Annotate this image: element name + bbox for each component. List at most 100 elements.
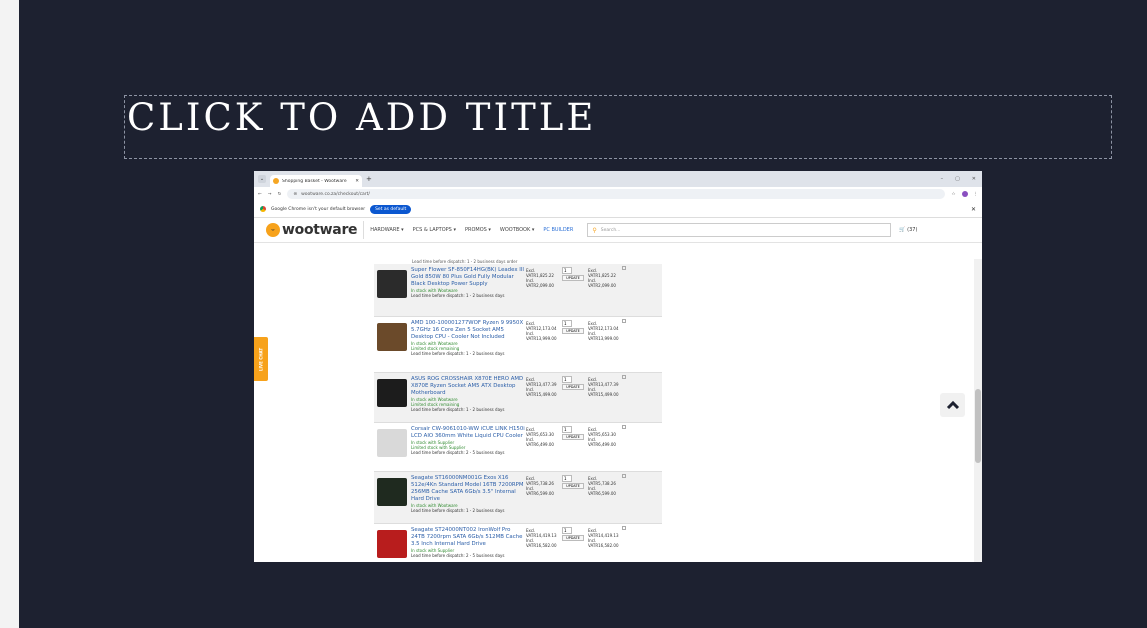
tab-search-icon[interactable]: ⌄	[258, 175, 266, 183]
update-button[interactable]: UPDATE	[562, 434, 584, 440]
lead-time: Lead time before dispatch: 1 - 2 busines…	[411, 407, 505, 412]
row-total: Excl. VATR5,653.30 Incl. VATR6,499.00	[588, 423, 628, 471]
remove-item-icon[interactable]	[622, 526, 626, 530]
unit-price: Excl. VATR1,825.22 Incl. VATR2,099.00	[526, 264, 562, 316]
product-thumbnail[interactable]	[374, 373, 410, 422]
set-default-button[interactable]: Set as default	[370, 204, 412, 214]
remove-item-icon[interactable]	[622, 375, 626, 379]
quantity-input[interactable]: 1	[562, 320, 572, 327]
product-info: Corsair CW-9061010-WW iCUE LINK H150i LC…	[410, 423, 526, 471]
chevron-up-icon	[946, 400, 959, 410]
product-image	[377, 429, 407, 457]
product-thumbnail[interactable]	[374, 524, 410, 562]
product-thumbnail[interactable]	[374, 317, 410, 372]
nav-pc-builder[interactable]: PC BUILDER	[543, 227, 573, 233]
profile-avatar[interactable]	[961, 191, 968, 197]
wootware-logo[interactable]: ᵕ wootware	[266, 222, 358, 238]
update-button[interactable]: UPDATE	[562, 275, 584, 281]
main-nav: HARDWARE ▾ PCS & LAPTOPS ▾ PROMOS ▾ WOOT…	[370, 227, 573, 233]
quantity-cell: 1 UPDATE	[562, 472, 588, 523]
quantity-input[interactable]: 1	[562, 426, 572, 433]
cart-link[interactable]: 🛒 (37)	[899, 227, 917, 233]
product-name-link[interactable]: Seagate ST24000NT002 IronWolf Pro 24TB 7…	[411, 527, 526, 548]
product-info: Seagate ST24000NT002 IronWolf Pro 24TB 7…	[410, 524, 526, 562]
cart-row: Corsair CW-9061010-WW iCUE LINK H150i LC…	[374, 423, 662, 472]
url-field[interactable]: ⊜ wootware.co.za/checkout/cart/	[287, 189, 946, 199]
embedded-screenshot[interactable]: ⌄ Shopping Basket - Wootware ✕ + – ▢ ✕ ←…	[254, 171, 982, 562]
row-total: Excl. VATR14,419.13 Incl. VATR16,582.00	[588, 524, 628, 562]
search-placeholder: Search...	[600, 227, 621, 233]
product-thumbnail[interactable]	[374, 264, 410, 316]
window-controls: – ▢ ✕	[941, 176, 976, 182]
quantity-input[interactable]: 1	[562, 527, 572, 534]
quantity-input[interactable]: 1	[562, 475, 572, 482]
browser-tab[interactable]: Shopping Basket - Wootware ✕	[270, 175, 362, 187]
live-chat-tab[interactable]: LIVE CHAT	[254, 337, 268, 381]
logo-text: wootware	[282, 222, 358, 238]
row-total: Excl. VATR13,477.39 Incl. VATR15,499.00	[588, 373, 628, 422]
restore-icon[interactable]: ▢	[955, 176, 960, 182]
browser-menu-icon[interactable]: ⋮	[974, 192, 979, 197]
unit-price: Excl. VATR12,173.04 Incl. VATR13,999.00	[526, 317, 562, 372]
new-tab-icon[interactable]: +	[366, 175, 372, 183]
total-incl: VATR6,599.00	[588, 491, 616, 496]
quantity-input[interactable]: 1	[562, 376, 572, 383]
lead-time: Lead time before dispatch: 2 - 5 busines…	[411, 553, 505, 558]
product-name-link[interactable]: AMD 100-100001277WOF Ryzen 9 9950X 5.7GH…	[411, 320, 526, 341]
update-button[interactable]: UPDATE	[562, 328, 584, 334]
update-button[interactable]: UPDATE	[562, 535, 584, 541]
slide-title[interactable]: CLICK TO ADD TITLE	[127, 96, 596, 139]
total-incl: VATR13,999.00	[588, 336, 619, 341]
quantity-input[interactable]: 1	[562, 267, 572, 274]
bookmark-star-icon[interactable]: ☆	[951, 192, 955, 197]
unit-price-incl: VATR16,582.00	[526, 543, 557, 548]
tab-title: Shopping Basket - Wootware	[282, 178, 347, 184]
unit-price-incl: VATR15,499.00	[526, 392, 557, 397]
unit-price: Excl. VATR14,419.13 Incl. VATR16,582.00	[526, 524, 562, 562]
remove-item-icon[interactable]	[622, 474, 626, 478]
quantity-cell: 1 UPDATE	[562, 373, 588, 422]
lead-time: Lead time before dispatch: 1 - 2 busines…	[411, 293, 505, 298]
site-search-input[interactable]: ⚲ Search...	[587, 223, 892, 237]
nav-wootbook[interactable]: WOOTBOOK ▾	[500, 227, 534, 233]
scrollbar-thumb[interactable]	[975, 389, 981, 463]
back-icon[interactable]: ←	[258, 192, 262, 197]
lead-time: Lead time before dispatch: 2 - 5 busines…	[411, 450, 505, 455]
reload-icon[interactable]: ↻	[278, 192, 282, 197]
product-name-link[interactable]: ASUS ROG CROSSHAIR X870E HERO AMD X870E …	[411, 376, 526, 397]
infobar-close-icon[interactable]: ✕	[971, 206, 976, 213]
header-divider	[363, 221, 365, 239]
minimize-icon[interactable]: –	[941, 176, 944, 182]
scroll-to-top-button[interactable]	[940, 393, 965, 417]
address-bar-row: ← → ↻ ⊜ wootware.co.za/checkout/cart/ ☆ …	[254, 187, 982, 201]
row-total: Excl. VATR1,825.22 Incl. VATR2,099.00	[588, 264, 628, 316]
update-button[interactable]: UPDATE	[562, 384, 584, 390]
cart-row: Seagate ST24000NT002 IronWolf Pro 24TB 7…	[374, 524, 662, 562]
site-info-icon[interactable]: ⊜	[293, 192, 297, 197]
product-name-link[interactable]: Corsair CW-9061010-WW iCUE LINK H150i LC…	[411, 426, 526, 440]
product-thumbnail[interactable]	[374, 423, 410, 471]
total-incl: VATR16,582.00	[588, 543, 619, 548]
browser-tab-bar: ⌄ Shopping Basket - Wootware ✕ + – ▢ ✕	[254, 171, 982, 187]
product-name-link[interactable]: Super Flower SF-850F14HG(BK) Leadex III …	[411, 267, 526, 288]
nav-promos[interactable]: PROMOS ▾	[465, 227, 491, 233]
product-info: ASUS ROG CROSSHAIR X870E HERO AMD X870E …	[410, 373, 526, 422]
nav-hardware[interactable]: HARDWARE ▾	[370, 227, 403, 233]
remove-item-icon[interactable]	[622, 266, 626, 270]
page-scrollbar[interactable]	[974, 259, 982, 562]
remove-item-icon[interactable]	[622, 319, 626, 323]
tab-close-icon[interactable]: ✕	[355, 179, 359, 184]
product-name-link[interactable]: Seagate ST16000NM001G Exos X16 512e/4Kn …	[411, 475, 526, 503]
product-image	[377, 530, 407, 558]
lead-time: Lead time before dispatch: 1 - 2 busines…	[411, 351, 505, 356]
remove-item-icon[interactable]	[622, 425, 626, 429]
update-button[interactable]: UPDATE	[562, 483, 584, 489]
title-placeholder[interactable]: CLICK TO ADD TITLE	[124, 95, 1112, 159]
default-browser-infobar: Google Chrome isn't your default browser…	[254, 201, 982, 218]
close-window-icon[interactable]: ✕	[972, 176, 976, 182]
product-thumbnail[interactable]	[374, 472, 410, 523]
nav-pcs-laptops[interactable]: PCS & LAPTOPS ▾	[413, 227, 456, 233]
forward-icon[interactable]: →	[268, 192, 272, 197]
row-total: Excl. VATR5,738.26 Incl. VATR6,599.00	[588, 472, 628, 523]
quantity-cell: 1 UPDATE	[562, 423, 588, 471]
